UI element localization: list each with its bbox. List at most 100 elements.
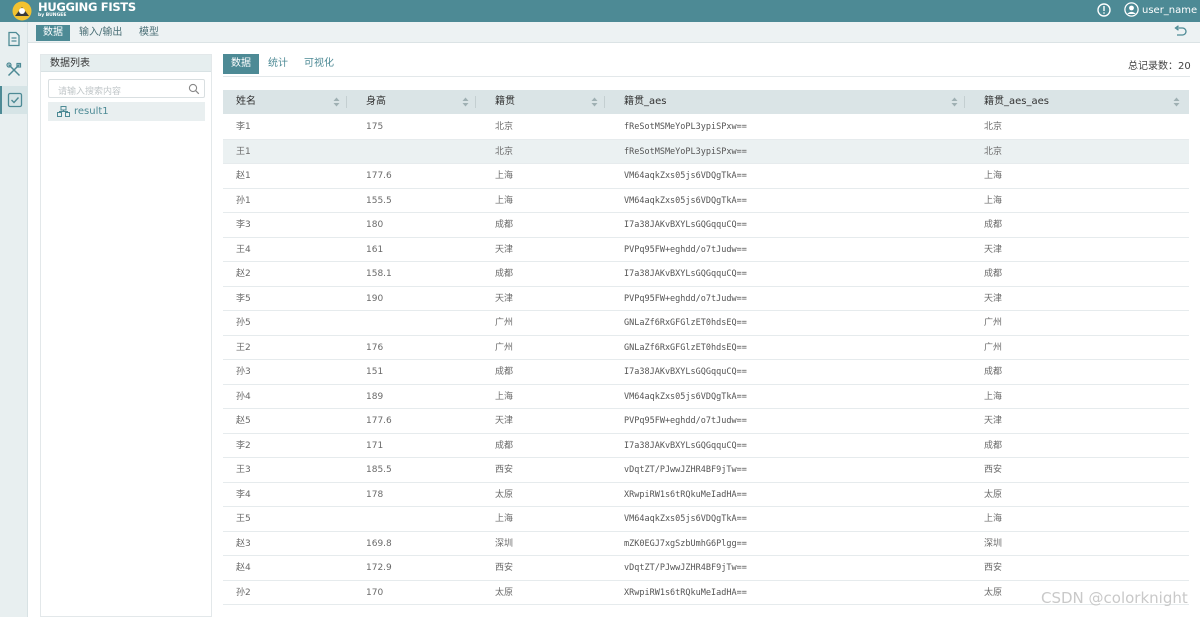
table-cell: 180 [366, 220, 384, 230]
tab-model[interactable]: 模型 [132, 25, 166, 41]
main-tab-bar: 数据 输入/输出 模型 [28, 22, 1200, 43]
table-cell: 王2 [236, 342, 251, 353]
top-bar: HUGGING FISTS by BUNGEE user_name [0, 0, 1200, 22]
table-cell: 上海 [495, 514, 514, 524]
table-cell: 太原 [984, 587, 1003, 598]
sort-icon[interactable] [951, 97, 958, 107]
tab-data[interactable]: 数据 [36, 25, 70, 41]
document-icon [8, 31, 20, 47]
table-cell: 上海 [495, 391, 514, 402]
table-row[interactable]: 孙5 广州 GNLaZf6RxGFGlzET0hdsEQ== 广州 [223, 311, 1189, 336]
column-header[interactable]: 姓名 [223, 90, 256, 114]
rail-document-button[interactable] [0, 25, 28, 53]
table-cell: 172.9 [366, 563, 392, 573]
table-cell: 成都 [495, 440, 514, 451]
table-row[interactable]: 王5 上海 VM64aqkZxs05js6VDQgTkA== 上海 [223, 507, 1189, 532]
table-cell: 太原 [495, 587, 514, 598]
table-row[interactable]: 赵3 169.8 深圳 mZK0EGJ7xgSzbUmhG6Plgg== 深圳 [223, 532, 1189, 556]
column-header[interactable]: 身高 [353, 90, 386, 114]
table-row[interactable]: 王1 北京 fReSotMSMeYoPL3ypiSPxw== 北京 [223, 139, 1189, 164]
table-row[interactable]: 赵4 172.9 西安 vDqtZT/PJwwJZHR4BF9jTw== 西安 [223, 556, 1189, 581]
table-row[interactable]: 赵2 158.1 成都 I7a38JAKvBXYLsGQGqquCQ== 成都 [223, 262, 1189, 287]
table-cell: 李4 [236, 489, 251, 500]
brand-subtitle: by BUNGEE [38, 13, 67, 18]
table-cell: vDqtZT/PJwwJZHR4BF9jTw== [624, 563, 747, 573]
info-icon[interactable] [1097, 3, 1111, 17]
user-avatar-icon[interactable] [1124, 2, 1139, 17]
subtab-data[interactable]: 数据 [223, 54, 259, 74]
table-cell: 成都 [495, 269, 514, 279]
rail-tools-button[interactable] [0, 56, 28, 84]
table-row[interactable]: 王3 185.5 西安 vDqtZT/PJwwJZHR4BF9jTw== 西安 [223, 458, 1189, 483]
table-row[interactable]: 赵5 177.6 天津 PVPq95FW+eghdd/o7tJudw== 天津 [223, 409, 1189, 434]
table-cell: 上海 [984, 514, 1003, 524]
subtab-stats[interactable]: 统计 [260, 54, 296, 74]
table-cell [353, 507, 366, 531]
table-row[interactable]: 李2 171 成都 I7a38JAKvBXYLsGQGqquCQ== 成都 [223, 434, 1189, 458]
table-cell: 广州 [984, 318, 1003, 328]
watermark: CSDN @colorknight [1041, 589, 1188, 607]
table-cell: 158.1 [366, 269, 392, 279]
table-row[interactable]: 李1 175 北京 fReSotMSMeYoPL3ypiSPxw== 北京 [223, 115, 1189, 140]
table-cell: 成都 [984, 220, 1003, 230]
sort-icon[interactable] [333, 97, 340, 107]
table-cell: 161 [366, 244, 384, 255]
undo-icon[interactable] [1172, 25, 1188, 39]
table-cell: 176 [366, 342, 384, 353]
table-cell: I7a38JAKvBXYLsGQGqquCQ== [624, 269, 747, 279]
table-cell: 成都 [984, 269, 1003, 279]
data-list-item-result1[interactable]: result1 [48, 102, 205, 121]
table-cell: PVPq95FW+eghdd/o7tJudw== [624, 416, 747, 426]
table-cell: 上海 [495, 195, 514, 206]
table-cell: 189 [366, 391, 384, 402]
table-cell: 上海 [984, 391, 1003, 402]
table-cell: 王1 [236, 146, 251, 157]
table-cell: 天津 [495, 416, 514, 426]
table-cell: GNLaZf6RxGFGlzET0hdsEQ== [624, 318, 747, 328]
table-row[interactable]: 王2 176 广州 GNLaZf6RxGFGlzET0hdsEQ== 广州 [223, 336, 1189, 360]
table-row[interactable]: 李4 178 太原 XRwpiRW1s6tRQkuMeIadHA== 太原 [223, 483, 1189, 507]
data-list-panel: 数据列表 请输入搜索内容 result1 [40, 54, 212, 617]
table-cell: 深圳 [495, 538, 514, 549]
sort-icon[interactable] [591, 97, 598, 107]
table-cell: 成都 [495, 220, 514, 230]
column-separator [475, 96, 476, 108]
total-records: 总记录数：20 [1128, 61, 1191, 72]
table-cell: 孙5 [236, 318, 251, 328]
table-cell: XRwpiRW1s6tRQkuMeIadHA== [624, 587, 747, 598]
table-cell: 成都 [984, 367, 1003, 377]
table-cell: 广州 [495, 342, 514, 353]
search-icon[interactable] [188, 83, 200, 95]
column-separator [604, 96, 605, 108]
table-cell: PVPq95FW+eghdd/o7tJudw== [624, 293, 747, 304]
table-row[interactable]: 李5 190 天津 PVPq95FW+eghdd/o7tJudw== 天津 [223, 287, 1189, 311]
sort-icon[interactable] [462, 97, 469, 107]
sort-icon[interactable] [1173, 97, 1180, 107]
table-cell: fReSotMSMeYoPL3ypiSPxw== [624, 122, 747, 132]
column-header[interactable]: 籍贯_aes [611, 90, 667, 114]
table-row[interactable]: 孙4 189 上海 VM64aqkZxs05js6VDQgTkA== 上海 [223, 385, 1189, 409]
column-header[interactable]: 籍贯 [482, 90, 515, 114]
rail-check-button[interactable] [0, 86, 28, 114]
table-cell: 孙2 [236, 587, 251, 598]
search-input[interactable]: 请输入搜索内容 [48, 79, 205, 98]
subtab-visualize[interactable]: 可视化 [296, 54, 342, 74]
table-row[interactable]: 孙1 155.5 上海 VM64aqkZxs05js6VDQgTkA== 上海 [223, 189, 1189, 213]
table-cell [353, 311, 366, 335]
table-cell: 深圳 [984, 538, 1003, 549]
subtab-divider [223, 76, 1190, 77]
table-row[interactable]: 孙3 151 成都 I7a38JAKvBXYLsGQGqquCQ== 成都 [223, 360, 1189, 385]
table-row[interactable]: 李3 180 成都 I7a38JAKvBXYLsGQGqquCQ== 成都 [223, 213, 1189, 238]
table-cell: 西安 [495, 563, 514, 573]
tab-io[interactable]: 输入/输出 [72, 25, 129, 41]
table-cell: 上海 [984, 195, 1003, 206]
table-row[interactable]: 赵1 177.6 上海 VM64aqkZxs05js6VDQgTkA== 上海 [223, 164, 1189, 189]
user-name[interactable]: user_name [1142, 5, 1197, 17]
table-cell: 太原 [984, 489, 1003, 500]
column-header[interactable]: 籍贯_aes_aes [971, 90, 1049, 114]
table-cell: 孙4 [236, 391, 251, 402]
table-cell: 赵2 [236, 269, 251, 279]
table-cell: 太原 [495, 489, 514, 500]
table-cell: 广州 [984, 342, 1003, 353]
table-row[interactable]: 王4 161 天津 PVPq95FW+eghdd/o7tJudw== 天津 [223, 238, 1189, 262]
